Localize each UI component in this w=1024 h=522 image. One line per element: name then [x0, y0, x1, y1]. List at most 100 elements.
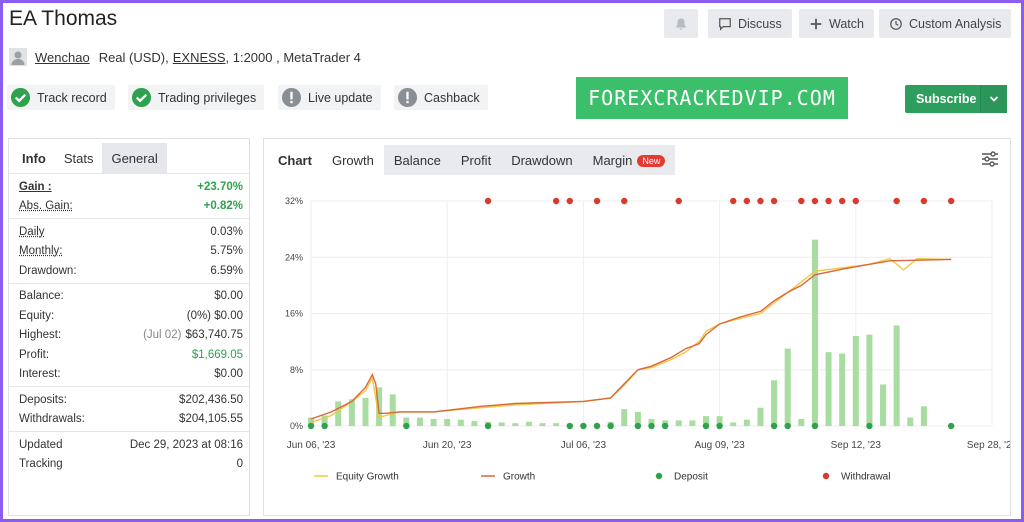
- alert-circle-icon: [281, 87, 302, 108]
- monthly-label[interactable]: Monthly:: [19, 245, 62, 257]
- legend-swatch: [655, 472, 663, 480]
- monthly-value: 5.75%: [210, 245, 243, 258]
- badge-track-record[interactable]: Track record: [7, 85, 115, 110]
- withdrawal-marker: [566, 197, 573, 205]
- drawdown-label: Drawdown:: [19, 264, 77, 277]
- subscribe-label: Subscribe: [916, 92, 977, 106]
- avatar: [9, 48, 27, 66]
- margin-label: Margin: [592, 153, 633, 168]
- tab-growth[interactable]: Growth: [321, 145, 384, 175]
- updated-block: Updated Dec 29, 2023 at 08:16 Tracking 0: [9, 431, 249, 476]
- chevron-down-icon[interactable]: [980, 85, 1007, 113]
- bar: [525, 421, 532, 426]
- drawdown-value: 6.59%: [210, 264, 243, 277]
- bar: [430, 418, 437, 426]
- bar: [498, 422, 505, 426]
- y-tick-label: 16%: [285, 309, 303, 319]
- bar: [389, 394, 396, 426]
- bar: [893, 325, 900, 426]
- withdrawal-marker: [593, 197, 601, 205]
- bar: [825, 352, 832, 426]
- discuss-button[interactable]: Discuss: [708, 9, 792, 38]
- tab-margin[interactable]: Margin New: [582, 145, 676, 175]
- custom-analysis-button[interactable]: Custom Analysis: [879, 9, 1012, 38]
- badge-live-update[interactable]: Live update: [278, 85, 381, 110]
- withdrawal-marker: [552, 197, 560, 205]
- bar: [907, 417, 914, 426]
- sliders-icon[interactable]: [980, 149, 1000, 169]
- withdrawal-marker: [621, 197, 628, 205]
- tab-profit[interactable]: Profit: [450, 145, 502, 175]
- tab-chart[interactable]: Chart: [268, 145, 322, 175]
- withdrawal-marker: [730, 197, 737, 205]
- deposit-marker: [566, 422, 573, 430]
- legend-label: Deposit: [674, 472, 708, 483]
- tab-general[interactable]: General: [102, 143, 167, 173]
- highest-date: (Jul 02): [143, 329, 182, 342]
- tab-drawdown[interactable]: Drawdown: [501, 145, 583, 175]
- withdrawal-marker: [838, 197, 846, 205]
- bar: [675, 420, 682, 426]
- stats-tabs: Info Stats General: [9, 139, 249, 173]
- bar: [539, 423, 546, 426]
- bar: [335, 401, 342, 426]
- y-tick-label: 8%: [290, 365, 303, 375]
- badge-label: Track record: [37, 90, 107, 105]
- badge-cashback[interactable]: Cashback: [394, 85, 488, 110]
- x-tick-label: Aug 09, '23: [694, 440, 745, 451]
- tab-balance[interactable]: Balance: [383, 145, 451, 175]
- updated-label: Updated: [19, 438, 63, 451]
- tab-stats[interactable]: Stats: [54, 143, 103, 173]
- y-tick-label: 0%: [290, 421, 303, 431]
- balance-value: $0.00: [214, 290, 243, 303]
- subscribe-button[interactable]: Subscribe: [905, 85, 1007, 113]
- deposit-marker: [784, 422, 791, 430]
- user-link[interactable]: Wenchao: [35, 50, 90, 65]
- bell-icon: [676, 17, 686, 30]
- account-mode: Real (USD),: [98, 49, 169, 65]
- withdrawals-value: $204,105.55: [179, 413, 243, 426]
- deposit-marker: [702, 422, 710, 430]
- new-badge: New: [637, 155, 666, 167]
- gain-block: Gain : +23.70% Abs. Gain: +0.82%: [9, 173, 249, 218]
- account-details: , 1:2000 , MetaTrader 4: [225, 49, 361, 65]
- watch-button[interactable]: Watch: [799, 9, 874, 38]
- abs-gain-label[interactable]: Abs. Gain:: [19, 200, 73, 212]
- withdrawal-marker: [743, 197, 751, 205]
- daily-value: 0.03%: [210, 225, 243, 238]
- profit-label: Profit:: [19, 348, 50, 361]
- balance-block: Balance: $0.00 Equity: (0%) $0.00 Highest:…: [9, 282, 249, 387]
- daily-label[interactable]: Daily: [19, 226, 45, 238]
- bar: [457, 419, 464, 426]
- gain-label[interactable]: Gain :: [19, 181, 52, 193]
- notify-button[interactable]: [664, 9, 698, 38]
- deposits-block: Deposits: $202,436.50 Withdrawals: $204,10…: [9, 386, 249, 431]
- x-tick-label: Jul 06, '23: [561, 440, 607, 451]
- x-tick-label: Jun 06, '23: [287, 440, 336, 451]
- check-circle-icon: [10, 87, 31, 108]
- deposit-marker: [811, 422, 819, 430]
- account-info: Wenchao Real (USD), EXNESS , 1:2000 , Me…: [9, 48, 361, 66]
- broker-link[interactable]: EXNESS: [173, 50, 226, 65]
- bar: [362, 397, 369, 426]
- equity-percent: (0%): [186, 309, 212, 322]
- withdrawal-marker: [920, 197, 928, 205]
- bar: [471, 421, 478, 426]
- withdrawal-marker: [947, 197, 955, 205]
- growth-chart: 0% 8% 16% 24% 32% Jun 06, '23 Jun 20, '23 Jul 0…: [285, 196, 1010, 483]
- stats-panel: Info Stats General Gain : +23.70% Abs. Ga…: [8, 138, 250, 516]
- withdrawal-marker: [825, 197, 832, 205]
- equity-value: $0.00: [214, 309, 243, 322]
- highest-label: Highest:: [19, 329, 62, 342]
- badge-label: Trading privileges: [158, 90, 257, 105]
- deposit-marker: [403, 422, 410, 430]
- bar: [730, 422, 737, 426]
- y-tick-label: 24%: [285, 252, 303, 262]
- discuss-label: Discuss: [738, 16, 782, 31]
- legend-label: Equity Growth: [336, 472, 399, 483]
- x-tick-label: Sep 28, '23: [967, 440, 1010, 451]
- tab-info[interactable]: Info: [13, 143, 55, 173]
- bar: [920, 406, 927, 426]
- badge-trading-privileges[interactable]: Trading privileges: [128, 85, 265, 110]
- y-tick-label: 32%: [285, 196, 303, 206]
